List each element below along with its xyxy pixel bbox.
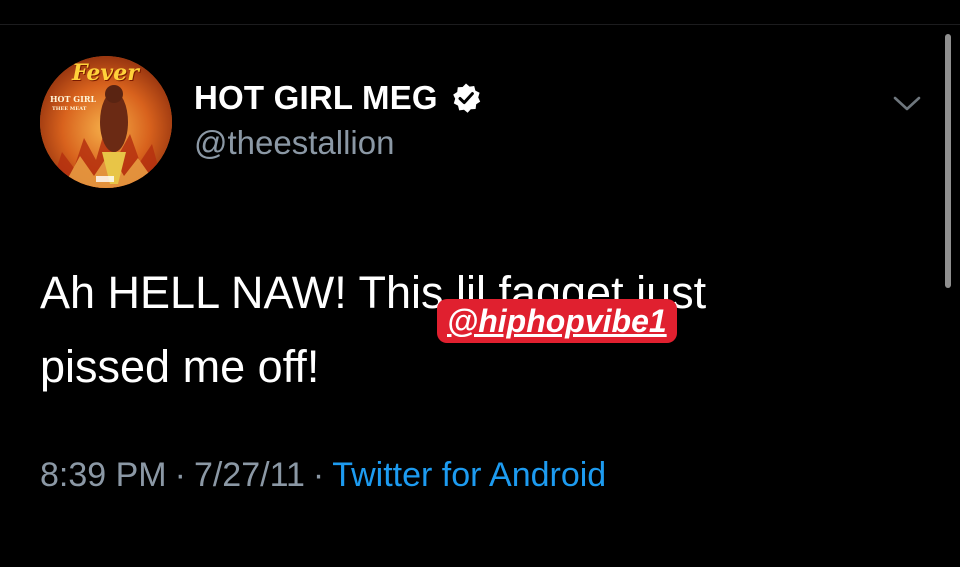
tweet-source-link[interactable]: Twitter for Android: [332, 456, 606, 494]
avatar-artist-subtext: THEE MEAT: [52, 106, 87, 112]
avatar[interactable]: Fever HOT GIRL THEE MEAT: [40, 56, 172, 188]
avatar-album-title: Fever: [72, 60, 139, 86]
avatar-artist-text: HOT GIRL: [50, 94, 97, 104]
verified-badge-icon: [450, 82, 482, 114]
tweet-meta: 8:39 PM · 7/27/11 · Twitter for Android: [40, 456, 606, 495]
user-handle[interactable]: @theestallion: [194, 124, 394, 162]
tweet-screen: Fever HOT GIRL THEE MEAT HOT GIRL MEG @t…: [0, 0, 960, 567]
meta-separator: ·: [312, 456, 325, 494]
chevron-down-icon[interactable]: [890, 92, 924, 116]
meta-separator: ·: [174, 456, 186, 494]
display-name[interactable]: HOT GIRL MEG: [194, 79, 438, 117]
watermark-overlay: @hiphopvibe1: [437, 299, 677, 343]
scrollbar[interactable]: [945, 34, 951, 288]
tweet-date[interactable]: 7/27/11: [194, 456, 305, 494]
tweet-time[interactable]: 8:39 PM: [40, 456, 167, 494]
top-divider: [0, 24, 960, 25]
user-name-row[interactable]: HOT GIRL MEG: [194, 78, 482, 118]
